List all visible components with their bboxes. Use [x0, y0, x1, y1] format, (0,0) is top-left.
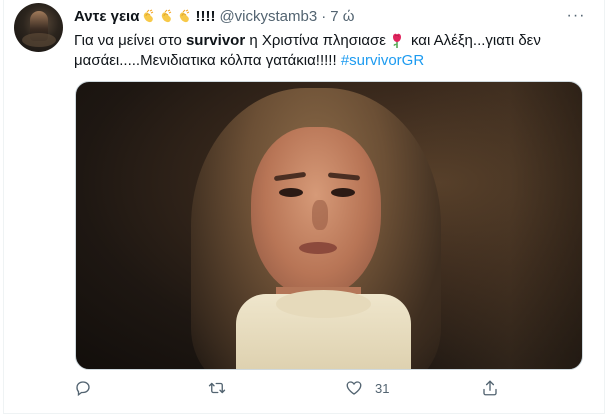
rose-icon: [389, 32, 405, 48]
avatar[interactable]: [14, 3, 63, 52]
avatar-shine: [22, 33, 56, 47]
tweet-text-part2: η Χριστίνα πλησιασε: [245, 32, 386, 49]
tweet-header: Αντε γεια !!!! @vickystamb3 · 7 ώ: [74, 6, 354, 26]
media-collar-fold: [276, 290, 371, 318]
tweet-text-bold: survivor: [185, 32, 246, 49]
media-nose: [312, 200, 328, 230]
reply-button[interactable]: [74, 377, 104, 399]
author-name[interactable]: Αντε γεια: [74, 8, 139, 25]
like-count: 31: [375, 380, 390, 396]
more-options-icon: ···: [566, 7, 586, 24]
tweet-text: Για να μείνει στο survivor η Χριστίνα πλ…: [74, 31, 589, 71]
tweet-actions: 31: [74, 377, 584, 399]
media-mouth: [299, 242, 337, 254]
timestamp[interactable]: 7 ώ: [330, 8, 354, 25]
share-icon: [481, 379, 499, 397]
more-options-button[interactable]: ···: [565, 6, 587, 26]
tweet-media-image[interactable]: [75, 81, 583, 370]
like-button[interactable]: 31: [345, 377, 389, 399]
retweet-icon: [208, 379, 226, 397]
hashtag-link[interactable]: #survivorGR: [341, 52, 424, 69]
clapping-hands-icon: [141, 8, 157, 24]
tweet-text-part1: Για να μείνει στο: [74, 32, 186, 49]
retweet-button[interactable]: [208, 377, 238, 399]
tweet-card: Αντε γεια !!!! @vickystamb3 · 7 ώ ··· Γι…: [3, 0, 605, 414]
clapping-hands-icon: [177, 8, 193, 24]
media-eye-left: [279, 188, 303, 197]
clapping-hands-icon: [159, 8, 175, 24]
separator-dot: ·: [321, 7, 327, 25]
author-handle[interactable]: @vickystamb3: [219, 8, 317, 25]
media-eye-right: [331, 188, 355, 197]
reply-icon: [74, 379, 92, 397]
share-button[interactable]: [481, 377, 511, 399]
heart-icon: [345, 379, 363, 397]
author-name-suffix: !!!!: [195, 7, 216, 25]
